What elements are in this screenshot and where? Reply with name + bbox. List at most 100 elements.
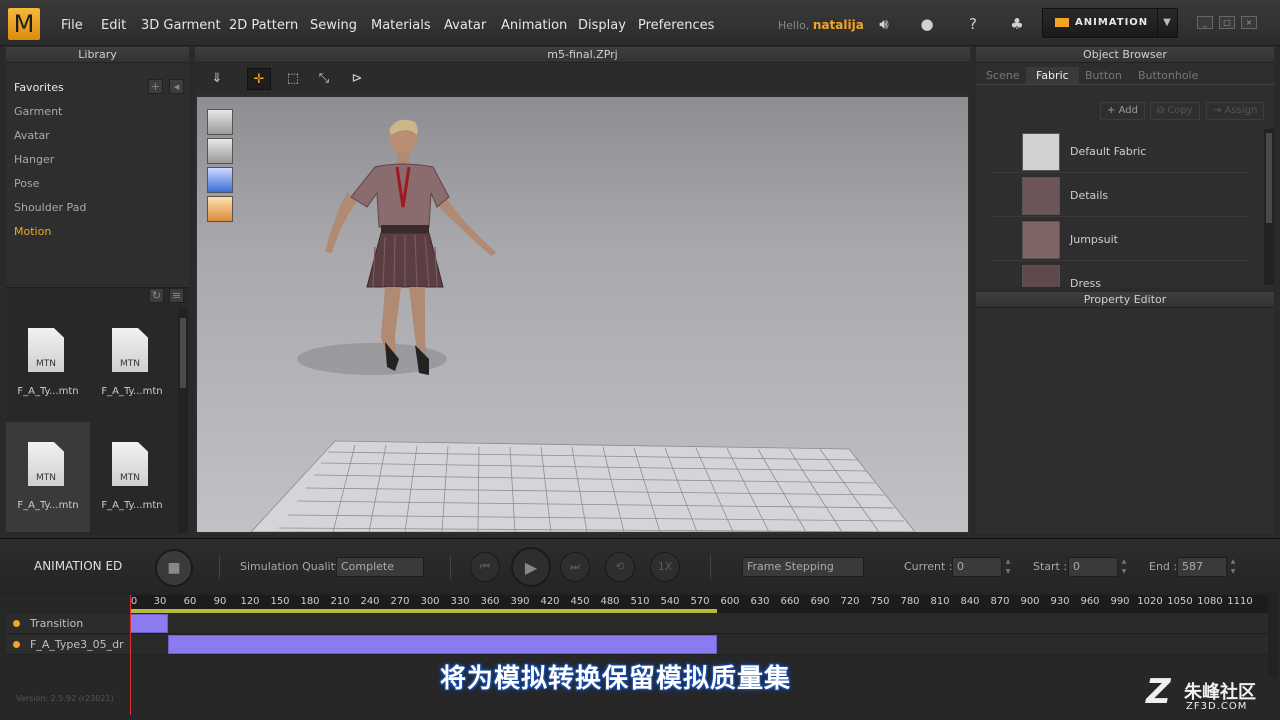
library-item-avatar[interactable]: Avatar — [14, 129, 50, 142]
ruler-tick: 840 — [960, 596, 980, 607]
add-fabric-button[interactable]: + Add — [1100, 102, 1145, 120]
box-select-tool-icon[interactable]: ⬚ — [281, 68, 305, 90]
mode-switch-button[interactable]: ANIMATION ▼ — [1042, 8, 1178, 38]
current-frame-input[interactable]: 0 — [952, 557, 1002, 577]
chevron-down-icon[interactable]: ▼ — [1157, 9, 1177, 37]
end-frame-stepper[interactable]: ▲ ▼ — [1228, 557, 1238, 577]
motion-clip[interactable] — [168, 635, 717, 654]
fabric-name: Details — [1070, 189, 1109, 202]
end-frame-input[interactable]: 587 — [1177, 557, 1227, 577]
menu-3d-garment[interactable]: 3D Garment — [141, 18, 221, 33]
library-item-favorites[interactable]: Favorites — [14, 81, 64, 94]
library-item-motion[interactable]: Motion — [14, 225, 51, 238]
close-button[interactable]: × — [1241, 16, 1257, 29]
fabric-item[interactable]: Dress — [990, 263, 1248, 287]
library-item-garment[interactable]: Garment — [14, 105, 62, 118]
ruler-tick: 1110 — [1227, 596, 1253, 607]
menu-animation[interactable]: Animation — [501, 18, 567, 33]
start-frame-label: Start : — [1033, 560, 1068, 573]
tab-button[interactable]: Button — [1075, 67, 1132, 84]
fabric-item[interactable]: Jumpsuit — [990, 219, 1248, 261]
scrollbar-thumb[interactable] — [180, 318, 186, 388]
speed-button[interactable]: 1X — [650, 552, 680, 582]
loop-icon[interactable]: ⟲ — [605, 552, 635, 582]
motion-file[interactable]: MTN F_A_Ty...mtn — [90, 308, 174, 418]
skip-forward-icon[interactable]: ⏭︎ — [560, 552, 590, 582]
track-lane — [130, 614, 1270, 634]
tab-fabric[interactable]: Fabric — [1026, 67, 1079, 84]
track-label-motion[interactable]: F_A_Type3_05_dr — [6, 635, 130, 655]
help-icon[interactable]: ? — [962, 13, 984, 35]
ruler-tick: 570 — [690, 596, 710, 607]
assign-fabric-button[interactable]: ⇥ Assign — [1206, 102, 1265, 120]
start-frame-stepper[interactable]: ▲ ▼ — [1119, 557, 1129, 577]
ruler-tick: 360 — [480, 596, 500, 607]
record-icon[interactable]: ■ — [155, 549, 193, 587]
library-item-pose[interactable]: Pose — [14, 177, 39, 190]
menu-avatar[interactable]: Avatar — [444, 18, 486, 33]
menu-file[interactable]: File — [61, 18, 83, 33]
fabric-item[interactable]: Default Fabric — [990, 131, 1248, 173]
file-name: F_A_Ty...mtn — [17, 386, 79, 397]
ruler-tick: 210 — [330, 596, 350, 607]
3d-window: m5-final.ZPrj ⇓ ✛ ⬚ ⤡ ⊳ — [195, 47, 970, 534]
tab-buttonhole[interactable]: Buttonhole — [1128, 67, 1208, 84]
menu-preferences[interactable]: Preferences — [638, 18, 714, 33]
simulate-icon[interactable]: ⇓ — [205, 68, 229, 90]
user-icon[interactable]: ● — [916, 13, 938, 35]
motion-file[interactable]: MTN F_A_Ty...mtn — [6, 308, 90, 418]
scrollbar-thumb[interactable] — [1266, 133, 1272, 223]
fabric-item[interactable]: Details — [990, 175, 1248, 217]
3d-viewport[interactable] — [197, 97, 968, 532]
menu-sewing[interactable]: Sewing — [310, 18, 357, 33]
start-frame-input[interactable]: 0 — [1068, 557, 1118, 577]
timeline-scrollbar[interactable] — [1268, 595, 1278, 677]
ruler-tick: 990 — [1110, 596, 1130, 607]
add-favorite-button[interactable]: + — [148, 79, 163, 94]
library-scrollbar[interactable] — [178, 308, 188, 533]
menu-edit[interactable]: Edit — [101, 18, 126, 33]
user-greeting: Hello, natalija — [778, 18, 864, 32]
menu-materials[interactable]: Materials — [371, 18, 431, 33]
select-move-tool-icon[interactable]: ✛ — [247, 68, 271, 90]
simulation-quality-select[interactable]: Complete — [336, 557, 424, 577]
menu-2d-pattern[interactable]: 2D Pattern — [229, 18, 298, 33]
motion-file[interactable]: MTN F_A_Ty...mtn — [90, 422, 174, 532]
transform-tool-icon[interactable]: ⤡ — [312, 68, 336, 90]
track-label-transition[interactable]: Transition — [6, 614, 130, 634]
refresh-icon[interactable]: ↻ — [149, 288, 164, 303]
watermark-z-icon: Z — [1146, 672, 1171, 712]
copy-fabric-button[interactable]: ⧉ Copy — [1150, 102, 1200, 120]
library-item-hanger[interactable]: Hanger — [14, 153, 54, 166]
timeline-ruler[interactable]: 0 30 60 90 120 150 180 210 240 270 300 330 360 390 420… — [130, 595, 1270, 613]
ruler-tick: 810 — [930, 596, 950, 607]
back-button[interactable]: ◂ — [169, 79, 184, 94]
current-frame-stepper[interactable]: ▲ ▼ — [1003, 557, 1013, 577]
fabric-swatch — [1022, 177, 1060, 215]
list-view-icon[interactable]: ≡ — [169, 288, 184, 303]
playhead[interactable] — [130, 595, 131, 715]
maximize-button[interactable]: □ — [1219, 16, 1235, 29]
file-icon: MTN — [112, 442, 148, 486]
play-icon[interactable]: ▶︎ — [511, 547, 551, 587]
menu-display[interactable]: Display — [578, 18, 626, 33]
tab-scene[interactable]: Scene — [976, 67, 1030, 84]
frame-mode-select[interactable]: Frame Stepping — [742, 557, 864, 577]
scene-render — [250, 119, 916, 532]
fabric-list: Default Fabric Details Jumpsuit Dress — [976, 129, 1264, 287]
fabric-scrollbar[interactable] — [1264, 129, 1274, 285]
file-icon: MTN — [28, 328, 64, 372]
ruler-tick: 540 — [660, 596, 680, 607]
pin-tool-icon[interactable]: ⊳ — [345, 68, 369, 90]
version-text: Version: 2.5.92 (r23021) — [16, 694, 114, 703]
motion-file-selected[interactable]: MTN F_A_Ty...mtn — [6, 422, 90, 532]
library-item-shoulder-pad[interactable]: Shoulder Pad — [14, 201, 86, 214]
transition-clip[interactable] — [130, 614, 168, 633]
minimize-button[interactable]: _ — [1197, 16, 1213, 29]
simulation-quality-label: Simulation Quality — [240, 560, 342, 573]
skip-back-icon[interactable]: ⏮︎ — [470, 552, 500, 582]
camera-icon — [1055, 17, 1069, 27]
speaker-icon[interactable]: 🔊︎ — [873, 13, 895, 35]
ruler-tick: 270 — [390, 596, 410, 607]
garment-add-icon[interactable]: ♣ — [1006, 13, 1028, 35]
